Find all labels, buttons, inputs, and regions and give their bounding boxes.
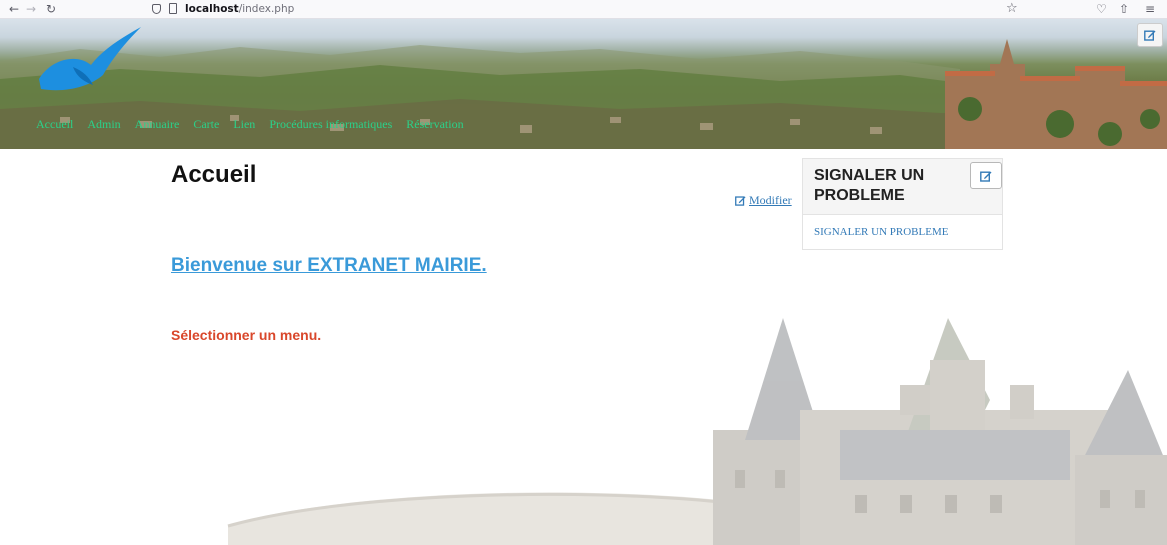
share-icon[interactable]: ⇧ [1119, 1, 1129, 17]
select-menu-instruction: Sélectionner un menu. [171, 327, 322, 343]
castle-background-illustration [227, 318, 1167, 545]
signal-problem-panel: SIGNALER UN PROBLEME SIGNALER UN PROBLEM… [802, 158, 1003, 250]
page-icon[interactable] [169, 3, 177, 14]
nav-procedures-informatiques[interactable]: Procédures informatiques [269, 116, 392, 132]
nav-lien[interactable]: Lien [233, 116, 255, 132]
panel-header: SIGNALER UN PROBLEME [803, 159, 1002, 215]
edit-icon [735, 195, 746, 206]
reload-icon[interactable]: ↻ [43, 1, 59, 17]
page-title: Accueil [171, 161, 257, 188]
header-edit-button[interactable] [1137, 23, 1163, 47]
modify-link[interactable]: Modifier [735, 192, 792, 208]
welcome-link[interactable]: Bienvenue sur EXTRANET MAIRIE. [171, 254, 487, 278]
nav-reservation[interactable]: Réservation [406, 116, 463, 132]
shield-icon[interactable] [152, 4, 161, 14]
nav-carte[interactable]: Carte [193, 116, 219, 132]
bookmark-star-icon[interactable]: ☆ [1006, 1, 1018, 17]
address-bar[interactable]: localhost/index.php [150, 1, 1030, 18]
edit-icon [1144, 30, 1156, 41]
nav-annuaire[interactable]: Annuaire [135, 116, 180, 132]
landscape-illustration [0, 39, 1167, 149]
url-host: localhost [185, 3, 239, 15]
signal-problem-link[interactable]: SIGNALER UN PROBLEME [814, 225, 948, 239]
nav-accueil[interactable]: Accueil [36, 116, 73, 132]
back-arrow-icon[interactable]: ← [6, 1, 22, 17]
main-navigation: Accueil Admin Annuaire Carte Lien Procéd… [36, 116, 478, 132]
browser-toolbar: ← → ↻ localhost/index.php ☆ ♡ ⇧ ≡ [0, 0, 1167, 19]
url-text[interactable]: localhost/index.php [185, 2, 294, 17]
nav-admin[interactable]: Admin [87, 116, 120, 132]
panel-edit-button[interactable] [970, 162, 1002, 189]
header-banner: Accueil Admin Annuaire Carte Lien Procéd… [0, 19, 1167, 149]
modify-label: Modifier [749, 193, 792, 207]
hamburger-menu-icon[interactable]: ≡ [1145, 1, 1155, 17]
logo-icon [39, 27, 141, 91]
url-path: /index.php [238, 3, 295, 15]
forward-arrow-icon[interactable]: → [23, 1, 39, 17]
edit-icon [980, 171, 992, 182]
panel-title: SIGNALER UN PROBLEME [814, 167, 925, 204]
pocket-icon[interactable]: ♡ [1096, 1, 1107, 17]
